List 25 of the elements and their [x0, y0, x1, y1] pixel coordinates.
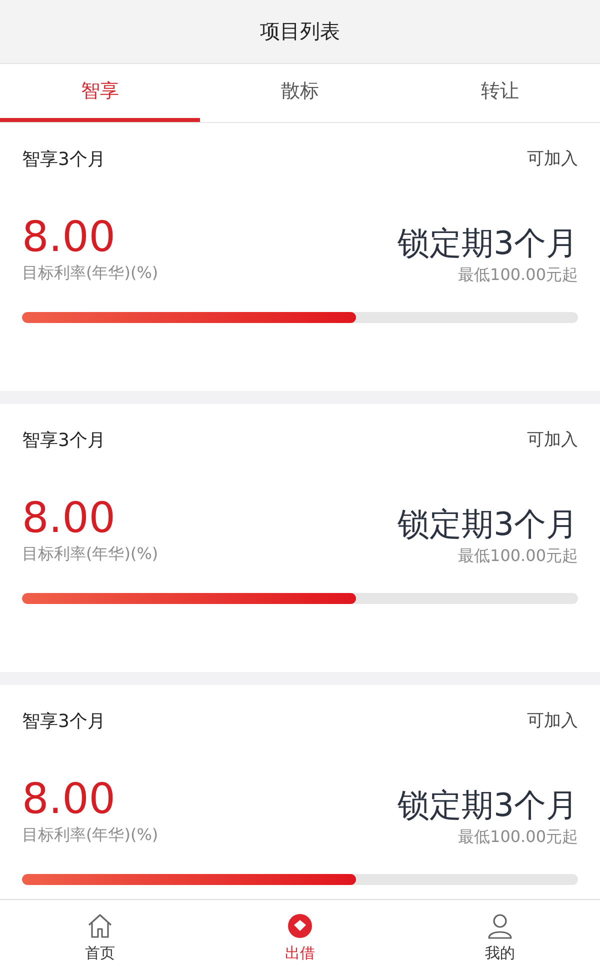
status-label: 可加入 [527, 148, 578, 171]
product-name: 智享3个月 [22, 429, 106, 452]
page-title: 项目列表 [260, 18, 340, 45]
rate-value: 8.00 [22, 492, 117, 544]
person-icon [486, 912, 514, 940]
minimum-amount: 最低100.00元起 [458, 265, 578, 286]
rate-value: 8.00 [22, 211, 117, 263]
lock-term: 锁定期3个月 [398, 785, 578, 826]
rate-label: 目标利率(年华)(%) [22, 825, 158, 846]
minimum-amount: 最低100.00元起 [458, 827, 578, 848]
rate-label: 目标利率(年华)(%) [22, 544, 158, 565]
product-card[interactable]: 智享3个月 可加入 8.00 目标利率(年华)(%) 锁定期3个月 最低100.00元起 [0, 685, 600, 899]
product-card[interactable]: 智享3个月 可加入 8.00 目标利率(年华)(%) 锁定期3个月 最低100.00元起 [0, 123, 600, 391]
diamond-coin-icon [286, 912, 314, 940]
status-label: 可加入 [527, 710, 578, 733]
status-label: 可加入 [527, 429, 578, 452]
minimum-amount: 最低100.00元起 [458, 546, 578, 567]
product-name: 智享3个月 [22, 148, 106, 171]
home-icon [86, 912, 114, 940]
product-card[interactable]: 智享3个月 可加入 8.00 目标利率(年华)(%) 锁定期3个月 最低100.00元起 [0, 404, 600, 672]
lock-term: 锁定期3个月 [398, 223, 578, 264]
rate-value: 8.00 [22, 773, 117, 825]
rate-label: 目标利率(年华)(%) [22, 263, 158, 284]
product-name: 智享3个月 [22, 710, 106, 733]
lock-term: 锁定期3个月 [398, 504, 578, 545]
